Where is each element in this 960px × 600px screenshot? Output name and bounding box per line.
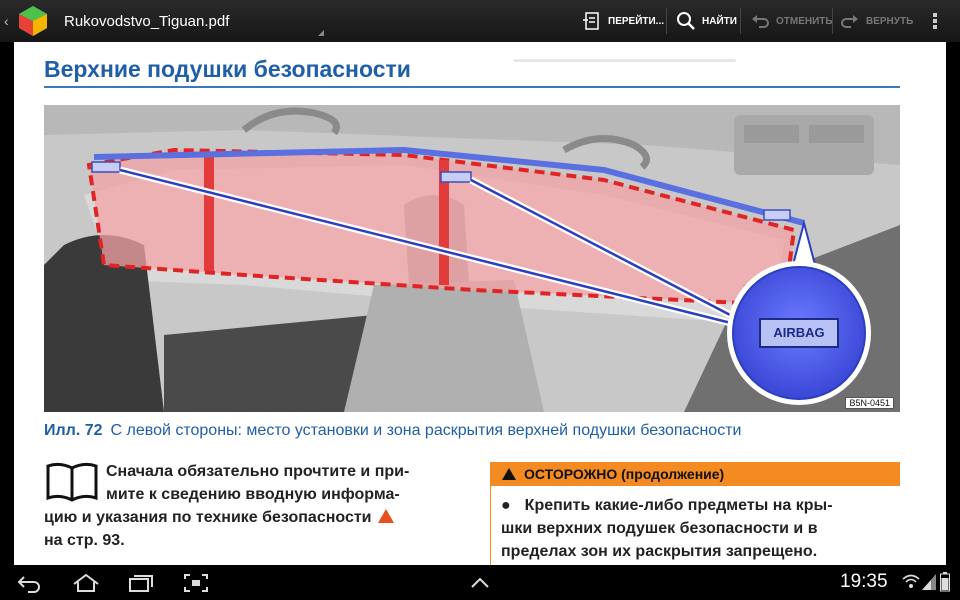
caption-label: Илл. 72 [44,422,103,439]
redo-icon [841,15,858,28]
page-heading: Верхние подушки безопасности [44,56,411,82]
up-chevron-icon[interactable] [466,573,494,593]
clock: 19:35 [840,571,888,592]
goto-icon [583,12,599,30]
battery-icon [940,572,950,592]
warning-icon [502,468,516,480]
undo-button[interactable]: ОТМЕНИТЬ [750,0,833,42]
system-nav-bar: 19:35 [0,565,960,600]
divider [666,8,667,34]
home-icon[interactable] [72,573,100,593]
find-label: НАЙТИ [702,15,737,27]
divider [740,8,741,34]
intro-note: Сначала обязательно прочтите и при- мите… [44,460,466,549]
document-title: Rukovodstvo_Tiguan.pdf [64,12,230,30]
figure-code: B5N-0451 [845,397,894,409]
intro-line-3: цию и указания по технике безопасности [44,509,372,526]
signal-icon [922,574,936,590]
back-icon[interactable] [16,573,44,593]
redo-button[interactable]: ВЕРНУТЬ [840,0,913,42]
intro-line-1: Сначала обязательно прочтите и при- [106,463,410,480]
warning-header: ОСТОРОЖНО (продолжение) [490,462,900,486]
undo-label: ОТМЕНИТЬ [776,15,833,27]
airbag-illustration: AIRBAG B5N-0451 [44,105,900,412]
intro-line-2: мите к сведению вводную информа- [106,486,400,503]
undo-icon [752,15,769,28]
redo-label: ВЕРНУТЬ [866,15,914,27]
book-icon [46,462,98,502]
warning-body: ● Крепить какие-либо предметы на кры- шки… [490,486,900,565]
warning-title: ОСТОРОЖНО (продолжение) [524,466,725,482]
heading-rule [44,86,900,88]
caption-text: С левой стороны: место установки и зона … [110,422,742,439]
warning-triangle-icon [377,509,394,523]
car-interior-drawing [44,105,900,412]
pdf-page[interactable]: ▔▔▔▔▔▔▔▔▔▔▔▔▔▔▔▔ Верхние подушки безопас… [14,42,946,565]
find-button[interactable]: НАЙТИ [676,0,737,42]
search-icon [677,12,695,30]
wifi-icon [902,574,920,588]
goto-button[interactable]: ПЕРЕЙТИ... [582,0,664,42]
overflow-menu-icon[interactable] [930,11,940,31]
goto-label: ПЕРЕЙТИ... [608,15,665,27]
recent-apps-icon[interactable] [126,573,154,593]
airbag-badge-label: AIRBAG [773,325,825,340]
figure-caption: Илл. 72 С левой стороны: место установки … [44,422,741,440]
warning-line-1: Крепить какие-либо предметы на кры- [524,497,833,514]
title-dropdown-icon[interactable] [318,30,324,36]
up-navigation-icon[interactable]: ‹ [4,13,14,29]
app-icon[interactable] [16,4,50,38]
warning-line-3: пределах зон их раскрытия запрещено. [501,543,818,560]
warning-bullet: ● [501,497,511,514]
action-bar: ‹ Rukovodstvo_Tiguan.pdf ПЕРЕЙТИ... НАЙТ… [0,0,960,42]
bleed-through-text: ▔▔▔▔▔▔▔▔▔▔▔▔▔▔▔▔ [514,60,736,80]
warning-line-2: шки верхних подушек безопасности и в [501,520,818,537]
screenshot-icon[interactable] [182,573,210,593]
intro-line-4: на стр. 93. [44,532,125,549]
divider [832,8,833,34]
warning-box: ОСТОРОЖНО (продолжение) ● Крепить какие-л… [490,462,900,565]
